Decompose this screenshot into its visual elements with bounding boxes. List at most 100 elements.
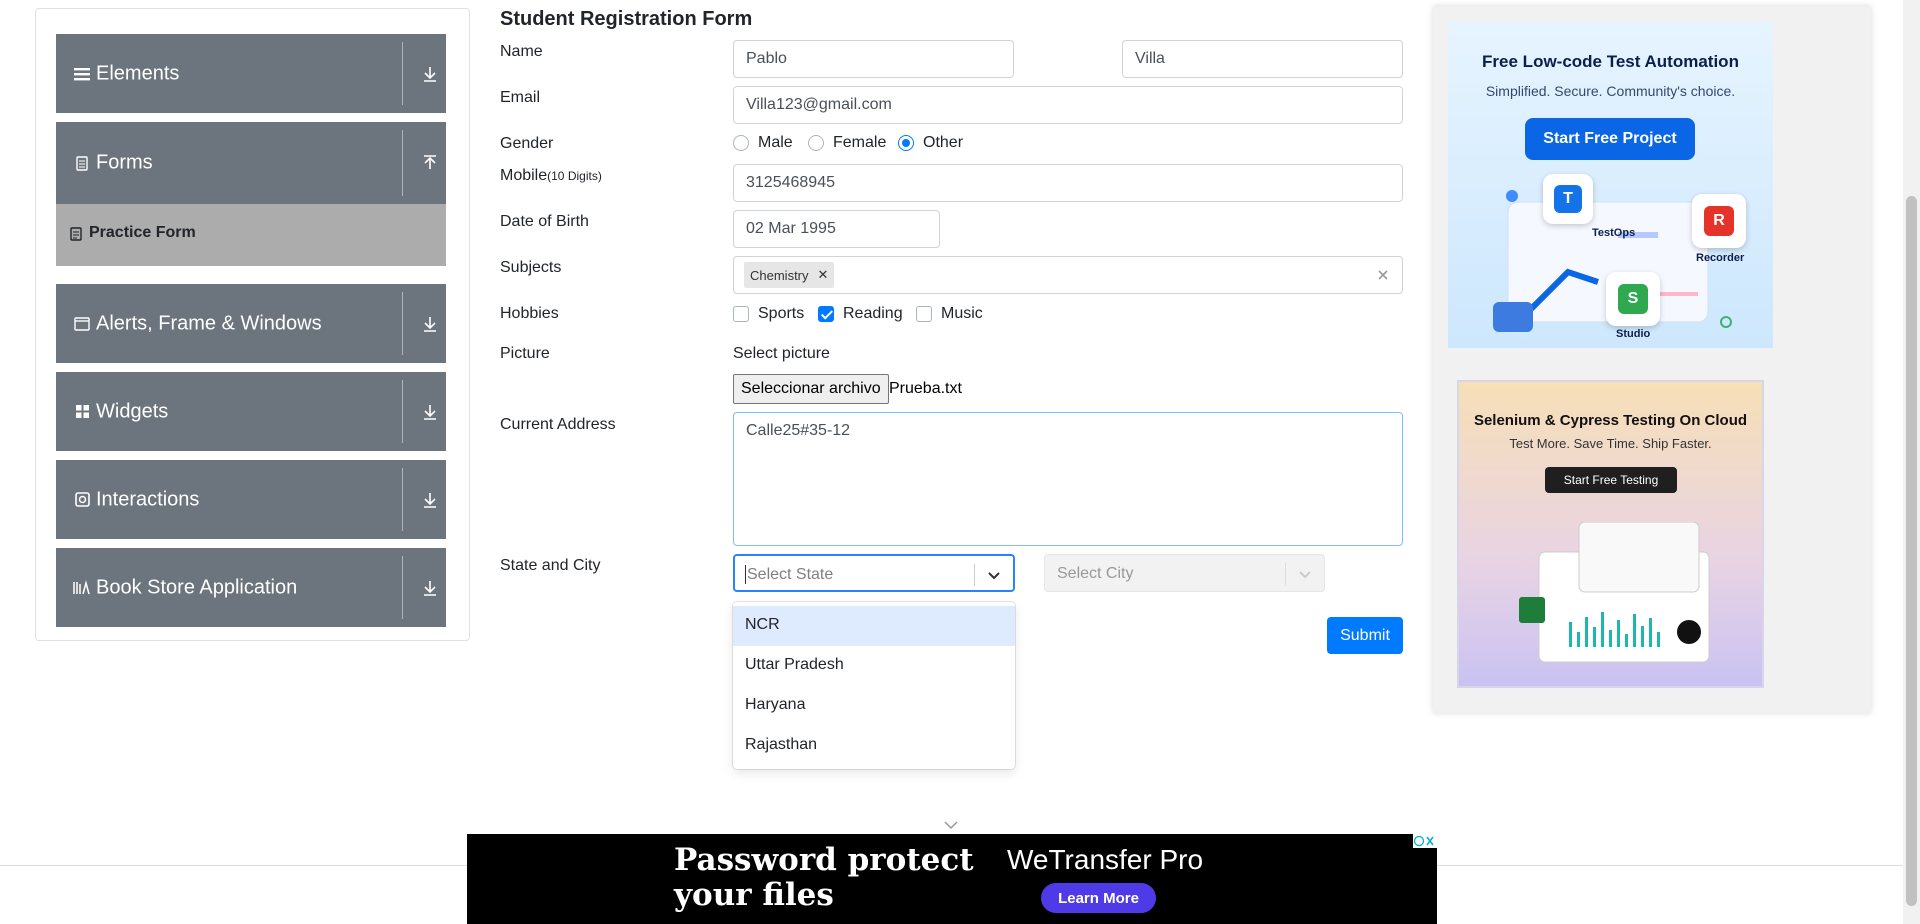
banner-headline: Password protect your files xyxy=(674,843,974,913)
ad-lambdatest[interactable]: Selenium & Cypress Testing On Cloud Test… xyxy=(1457,380,1764,688)
name-label: Name xyxy=(500,43,543,60)
subject-chip: Chemistry ✕ xyxy=(744,262,835,288)
gender-radio-female[interactable]: Female xyxy=(808,134,886,152)
testops-icon: T xyxy=(1543,174,1593,224)
ad-illustration xyxy=(1519,522,1710,663)
document-icon xyxy=(73,154,91,172)
sidebar-group-widgets[interactable]: Widgets xyxy=(56,372,446,451)
ad-subtitle: Simplified. Secure. Community's choice. xyxy=(1485,83,1736,99)
divider xyxy=(974,564,975,586)
clear-icon[interactable] xyxy=(1377,269,1389,281)
download-arrow-icon xyxy=(424,316,436,332)
sidebar: Elements Forms Practice Form Alerts, Fra… xyxy=(35,8,470,641)
state-option[interactable]: Uttar Pradesh xyxy=(733,646,1015,686)
chevron-down-icon[interactable] xyxy=(944,820,958,830)
dob-input[interactable]: 02 Mar 1995 xyxy=(733,210,940,248)
ad-choices-icon[interactable] xyxy=(1413,834,1437,848)
radio-label: Female xyxy=(833,134,887,151)
interactions-icon xyxy=(73,491,91,509)
download-arrow-icon xyxy=(424,404,436,420)
ad-title: Free Low-code Test Automation xyxy=(1482,52,1739,71)
city-select[interactable]: Select City xyxy=(1044,554,1325,592)
bottom-ad-banner[interactable]: Password protect your files WeTransfer Pr… xyxy=(467,834,1437,924)
chevron-down-icon[interactable] xyxy=(987,568,1001,582)
form-title: Student Registration Form xyxy=(500,8,753,30)
download-arrow-icon xyxy=(424,66,436,82)
window-icon xyxy=(73,315,91,333)
picture-label: Picture xyxy=(500,345,550,362)
banner-cta-button[interactable]: Learn More xyxy=(1041,883,1156,913)
sidebar-group-label: Book Store Application xyxy=(96,576,298,598)
sidebar-group-forms[interactable]: Forms xyxy=(56,122,446,204)
checkbox-label: Music xyxy=(941,305,983,322)
checkbox-label: Reading xyxy=(843,305,903,322)
download-arrow-icon xyxy=(424,580,436,596)
file-name: Prueba.txt xyxy=(889,380,962,397)
radio-label: Male xyxy=(758,134,793,151)
state-option[interactable]: Haryana xyxy=(733,686,1015,726)
divider xyxy=(402,42,403,105)
studio-icon: S xyxy=(1606,272,1660,326)
ad-cta-button[interactable]: Start Free Project xyxy=(1525,118,1695,160)
checkbox[interactable] xyxy=(733,306,749,322)
scrollbar-thumb[interactable] xyxy=(1906,196,1917,906)
sidebar-group-label: Interactions xyxy=(96,488,200,510)
sidebar-group-elements[interactable]: Elements xyxy=(56,34,446,113)
email-input[interactable]: Villa123@gmail.com xyxy=(733,86,1403,124)
sidebar-group-label: Widgets xyxy=(96,400,169,422)
radio-label: Other xyxy=(923,134,964,151)
ad-katalon[interactable]: Free Low-code Test Automation Simplified… xyxy=(1448,22,1773,348)
state-option[interactable]: Rajasthan xyxy=(733,726,1015,766)
select-picture-caption: Select picture xyxy=(733,345,830,362)
sidebar-group-label: Elements xyxy=(96,62,180,84)
sidebar-group-book-store[interactable]: Book Store Application xyxy=(56,548,446,627)
checkbox[interactable] xyxy=(916,306,932,322)
radio-circle[interactable] xyxy=(733,135,749,151)
last-name-input[interactable]: Villa xyxy=(1122,40,1403,78)
choose-file-button[interactable]: Seleccionar archivo xyxy=(733,374,889,404)
text-caret xyxy=(745,565,746,584)
mobile-label: Mobile(10 Digits) xyxy=(500,167,602,185)
gender-radio-male[interactable]: Male xyxy=(733,134,793,152)
hobby-checkbox-sports[interactable]: Sports xyxy=(733,305,804,323)
document-icon xyxy=(70,227,82,241)
first-name-input[interactable]: Pablo xyxy=(733,40,1014,78)
radio-circle[interactable] xyxy=(898,135,914,151)
sidebar-item-practice-form[interactable]: Practice Form xyxy=(56,204,446,266)
radio-circle[interactable] xyxy=(808,135,824,151)
widgets-icon xyxy=(73,403,91,421)
ad-cta-button[interactable]: Start Free Testing xyxy=(1545,467,1677,493)
divider xyxy=(402,292,403,355)
sidebar-group-label: Forms xyxy=(96,151,153,174)
hobbies-label: Hobbies xyxy=(500,305,559,322)
address-label: Current Address xyxy=(500,416,616,433)
state-select[interactable]: Select State xyxy=(733,554,1015,592)
hobby-checkbox-reading[interactable]: Reading xyxy=(818,305,903,323)
state-option[interactable]: NCR xyxy=(733,606,1015,646)
checkbox[interactable] xyxy=(818,306,834,322)
gender-radio-other[interactable]: Other xyxy=(898,134,963,152)
sidebar-group-interactions[interactable]: Interactions xyxy=(56,460,446,539)
chevron-down-icon[interactable] xyxy=(1298,567,1312,581)
mobile-input[interactable]: 3125468945 xyxy=(733,164,1403,202)
checkbox-label: Sports xyxy=(758,305,805,322)
gender-label: Gender xyxy=(500,135,554,152)
banner-headline-line: Password protect xyxy=(674,842,974,878)
chip-label: Chemistry xyxy=(750,267,809,283)
dob-label: Date of Birth xyxy=(500,213,589,230)
state-placeholder: Select State xyxy=(747,566,834,583)
remove-chip-icon[interactable]: ✕ xyxy=(818,267,829,283)
hobby-checkbox-music[interactable]: Music xyxy=(916,305,983,323)
subjects-label: Subjects xyxy=(500,259,562,276)
address-textarea[interactable]: Calle25#35-12 xyxy=(733,412,1403,546)
city-placeholder: Select City xyxy=(1057,565,1134,582)
download-arrow-icon xyxy=(424,492,436,508)
hamburger-icon xyxy=(73,65,91,83)
sidebar-group-label: Alerts, Frame & Windows xyxy=(96,312,322,334)
page-scrollbar[interactable] xyxy=(1903,0,1920,924)
sidebar-group-alerts[interactable]: Alerts, Frame & Windows xyxy=(56,284,446,363)
submit-button[interactable]: Submit xyxy=(1327,617,1403,654)
upload-arrow-icon xyxy=(424,155,436,169)
recorder-icon: R xyxy=(1692,194,1746,248)
divider xyxy=(402,130,403,196)
